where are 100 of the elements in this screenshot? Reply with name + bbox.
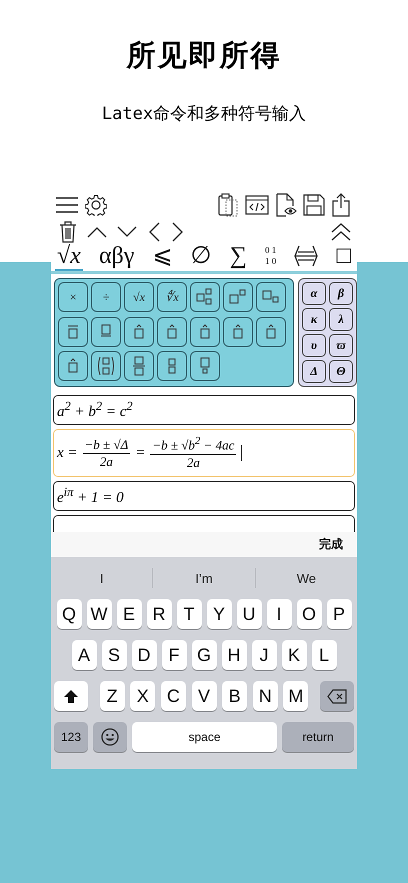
delete-key[interactable] bbox=[320, 681, 354, 711]
template-icon bbox=[130, 356, 148, 376]
greek-key[interactable]: κ bbox=[302, 308, 326, 331]
template-key[interactable] bbox=[223, 316, 253, 347]
template-key[interactable] bbox=[223, 282, 253, 312]
key[interactable]: L bbox=[312, 640, 336, 670]
template-key[interactable]: × bbox=[58, 282, 88, 312]
numbers-key[interactable]: 123 bbox=[54, 722, 88, 752]
emoji-key[interactable] bbox=[93, 722, 127, 752]
template-key[interactable] bbox=[91, 316, 121, 347]
formula-text: = bbox=[135, 444, 146, 462]
key[interactable]: P bbox=[326, 599, 352, 629]
template-key[interactable]: ÷ bbox=[91, 282, 121, 312]
key[interactable]: Y bbox=[206, 599, 232, 629]
greek-key[interactable]: Δ bbox=[302, 360, 326, 383]
key[interactable]: V bbox=[192, 681, 216, 711]
template-key[interactable] bbox=[157, 316, 187, 347]
shift-arrow-icon bbox=[63, 688, 79, 704]
suggestion[interactable]: We bbox=[256, 570, 357, 586]
key[interactable]: E bbox=[116, 599, 142, 629]
trash-icon[interactable] bbox=[59, 221, 77, 243]
key[interactable]: X bbox=[130, 681, 156, 711]
key[interactable]: I bbox=[266, 599, 292, 629]
key[interactable]: G bbox=[192, 640, 216, 670]
chevron-down-icon[interactable] bbox=[117, 225, 137, 239]
equation-field[interactable]: e$^{iπ}$ + 1 = 0 bbox=[53, 481, 355, 511]
symbol-tab[interactable]: □ bbox=[334, 243, 353, 271]
code-window-icon[interactable] bbox=[245, 194, 269, 216]
symbol-tab[interactable]: ⩽ bbox=[150, 243, 174, 271]
template-key[interactable]: √x bbox=[124, 282, 154, 312]
key[interactable]: B bbox=[222, 681, 248, 711]
key[interactable]: T bbox=[176, 599, 202, 629]
chevron-up-icon[interactable] bbox=[87, 225, 107, 239]
greek-key[interactable]: υ bbox=[302, 334, 326, 357]
delete-icon bbox=[327, 688, 347, 704]
template-key[interactable] bbox=[157, 351, 187, 382]
clipboard-icon[interactable] bbox=[217, 193, 239, 217]
share-icon[interactable] bbox=[331, 193, 351, 217]
done-button[interactable]: 完成 bbox=[319, 536, 343, 553]
template-icon bbox=[97, 356, 115, 376]
key[interactable]: J bbox=[252, 640, 276, 670]
key[interactable]: K bbox=[282, 640, 306, 670]
key[interactable]: O bbox=[296, 599, 322, 629]
symbol-tab[interactable]: 0 1 1 0 bbox=[262, 243, 278, 271]
key[interactable]: D bbox=[132, 640, 156, 670]
template-key[interactable] bbox=[190, 351, 220, 382]
settings-icon[interactable] bbox=[85, 194, 107, 216]
chevron-left-icon[interactable] bbox=[147, 222, 161, 242]
greek-key[interactable]: Θ bbox=[329, 360, 353, 383]
symbol-tab[interactable]: √x bbox=[55, 243, 83, 271]
key[interactable]: N bbox=[252, 681, 278, 711]
save-icon[interactable] bbox=[303, 194, 325, 216]
key[interactable]: F bbox=[162, 640, 186, 670]
template-key[interactable] bbox=[256, 282, 286, 312]
headline: 所见即所得 bbox=[126, 37, 282, 74]
suggestion[interactable]: I bbox=[51, 570, 152, 586]
template-key[interactable] bbox=[124, 351, 154, 382]
key[interactable]: C bbox=[160, 681, 186, 711]
greek-key[interactable]: β bbox=[329, 282, 353, 305]
menu-icon[interactable] bbox=[55, 195, 79, 215]
double-arrow-icon bbox=[294, 244, 318, 268]
key[interactable]: S bbox=[102, 640, 126, 670]
key[interactable]: U bbox=[236, 599, 262, 629]
template-key[interactable] bbox=[58, 316, 88, 347]
symbol-tab[interactable]: αβγ bbox=[96, 243, 136, 271]
numerator: −b ± √b$^{2}$ − 4ac bbox=[150, 435, 236, 455]
greek-key[interactable]: α bbox=[302, 282, 326, 305]
key[interactable]: H bbox=[222, 640, 246, 670]
denominator: 2a bbox=[186, 454, 200, 471]
space-key[interactable]: space bbox=[132, 722, 277, 752]
subheadline: Latex命令和多种符号输入 bbox=[102, 103, 306, 125]
symbol-tab[interactable]: ∑ bbox=[228, 243, 249, 271]
shift-key[interactable] bbox=[54, 681, 88, 711]
template-key[interactable] bbox=[58, 351, 88, 382]
key[interactable]: Q bbox=[56, 599, 82, 629]
template-key[interactable] bbox=[91, 351, 121, 382]
template-key[interactable] bbox=[124, 316, 154, 347]
template-key[interactable]: ∜x bbox=[157, 282, 187, 312]
greek-key[interactable]: λ bbox=[329, 308, 353, 331]
key[interactable]: R bbox=[146, 599, 172, 629]
greek-key[interactable]: ϖ bbox=[329, 334, 353, 357]
chevron-right-icon[interactable] bbox=[171, 222, 185, 242]
template-key[interactable] bbox=[190, 282, 220, 312]
key[interactable]: A bbox=[72, 640, 96, 670]
return-key[interactable]: return bbox=[282, 722, 354, 752]
key[interactable]: W bbox=[86, 599, 112, 629]
template-key[interactable] bbox=[256, 316, 286, 347]
equation-field[interactable]: a$^{2}$ + b$^{2}$ = c$^{2}$ bbox=[53, 395, 355, 425]
text-cursor bbox=[241, 445, 242, 461]
smiley-icon bbox=[101, 728, 119, 746]
template-key[interactable] bbox=[190, 316, 220, 347]
formula-text: x = bbox=[57, 444, 78, 462]
double-chevron-up-icon[interactable] bbox=[331, 223, 351, 241]
symbol-tab[interactable]: ∅ bbox=[188, 243, 214, 271]
formula: e$^{iπ}$ + 1 = 0 bbox=[57, 485, 124, 507]
document-eye-icon[interactable] bbox=[275, 193, 297, 217]
key[interactable]: M bbox=[283, 681, 308, 711]
suggestion[interactable]: I’m bbox=[153, 570, 255, 586]
formula: a$^{2}$ + b$^{2}$ = c$^{2}$ bbox=[57, 399, 133, 421]
key[interactable]: Z bbox=[100, 681, 125, 711]
